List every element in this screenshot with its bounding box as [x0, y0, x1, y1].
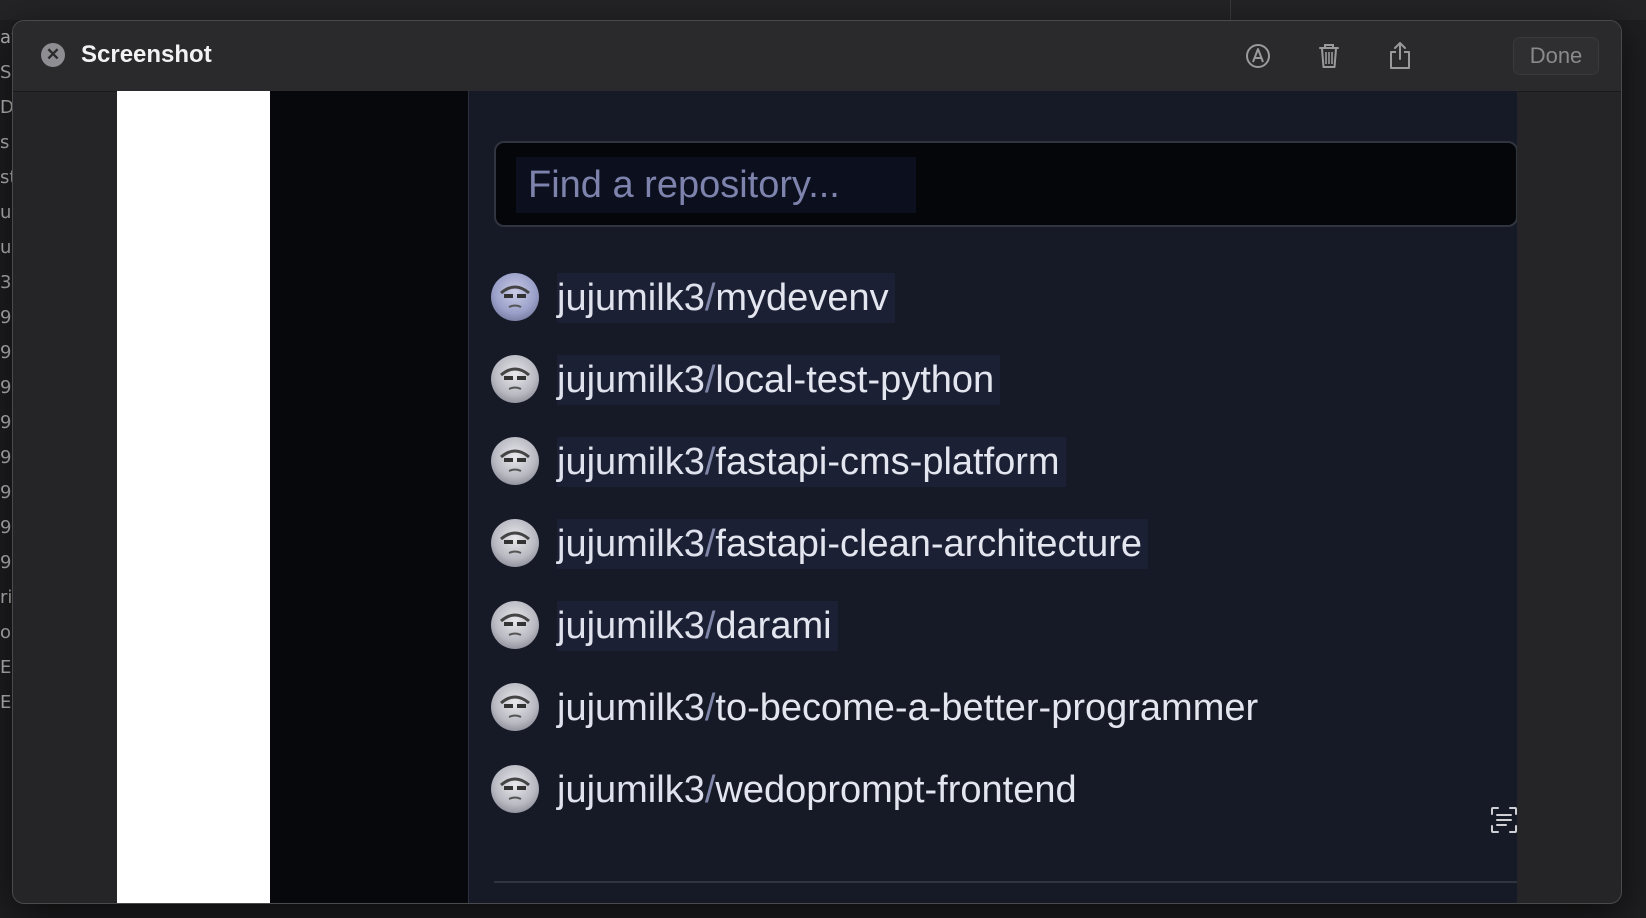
repository-list-item[interactable]: jujumilk3/fastapi-cms-platform: [489, 425, 1517, 507]
repository-link[interactable]: jujumilk3/mydevenv: [557, 273, 895, 323]
background-text-fragment: 34: [0, 272, 12, 293]
trash-icon: [1319, 44, 1339, 68]
avatar-face-icon: [500, 531, 530, 554]
repository-name: to-become-a-better-programmer: [715, 687, 1259, 729]
avatar: [491, 273, 539, 321]
avatar-face-icon: [500, 367, 530, 390]
repository-link[interactable]: jujumilk3/fastapi-clean-architecture: [557, 519, 1149, 569]
avatar-face-icon: [500, 695, 530, 718]
background-text-fragment: 9:: [0, 482, 12, 503]
repository-owner: jujumilk3: [557, 441, 705, 483]
repository-separator: /: [704, 687, 716, 729]
live-text-icon: [1491, 807, 1517, 833]
screenshot-dark-area: jujumilk3/mydevenv: [270, 91, 1517, 903]
delete-button[interactable]: [1312, 39, 1346, 73]
avatar: [491, 355, 539, 403]
avatar-face-icon: [500, 449, 530, 472]
background-window-top: [0, 0, 1646, 20]
quick-look-window: ✕ Screenshot Done Find a repository... j…: [12, 20, 1622, 904]
repository-owner: jujumilk3: [557, 687, 705, 729]
repository-separator: /: [704, 605, 716, 647]
background-text-fragment: ay: [0, 27, 12, 48]
repository-search-input[interactable]: [516, 157, 916, 213]
repository-list-item[interactable]: jujumilk3/mydevenv: [489, 261, 1517, 343]
repository-panel: jujumilk3/mydevenv: [468, 91, 1517, 903]
repository-link[interactable]: jujumilk3/darami: [557, 601, 838, 651]
repository-link[interactable]: jujumilk3/wedoprompt-frontend: [557, 765, 1083, 815]
done-button[interactable]: Done: [1513, 37, 1599, 75]
background-left-column: ay S D s st u u 34 9: 9: 9: 9: 9: 9: 9: …: [0, 20, 12, 820]
background-text-fragment: 9:: [0, 307, 12, 328]
avatar: [491, 437, 539, 485]
title-bar: ✕ Screenshot Done: [13, 21, 1621, 92]
repository-list-item[interactable]: jujumilk3/to-become-a-better-programmer: [489, 671, 1517, 753]
repository-name: fastapi-cms-platform: [715, 441, 1060, 483]
background-text-fragment: E: [0, 692, 12, 713]
repository-owner: jujumilk3: [557, 359, 705, 401]
close-icon: ✕: [45, 45, 61, 64]
repository-separator: /: [704, 769, 716, 811]
background-text-fragment: s: [0, 132, 10, 153]
close-button[interactable]: ✕: [41, 43, 65, 67]
repository-owner: jujumilk3: [557, 769, 705, 811]
background-text-fragment: 9:: [0, 412, 12, 433]
repository-separator: /: [704, 441, 716, 483]
repository-owner: jujumilk3: [557, 277, 705, 319]
background-text-fragment: 9:: [0, 517, 12, 538]
background-text-fragment: S: [0, 62, 12, 83]
repository-link[interactable]: jujumilk3/fastapi-cms-platform: [557, 437, 1066, 487]
repository-separator: /: [704, 523, 716, 565]
avatar: [491, 765, 539, 813]
background-text-fragment: 9:: [0, 552, 12, 573]
avatar-face-icon: [500, 613, 530, 636]
background-text-fragment: st: [0, 167, 12, 188]
background-text-fragment: 9:: [0, 447, 12, 468]
avatar: [491, 519, 539, 567]
repository-list-item[interactable]: jujumilk3/darami: [489, 589, 1517, 671]
repository-search-box: [494, 141, 1517, 227]
background-text-fragment: u: [0, 237, 12, 258]
background-text-fragment: 9:: [0, 342, 12, 363]
markup-button[interactable]: [1241, 39, 1275, 73]
repository-owner: jujumilk3: [557, 605, 705, 647]
live-text-button[interactable]: [1487, 803, 1521, 837]
repository-name: darami: [715, 605, 832, 647]
repository-name: wedoprompt-frontend: [715, 769, 1077, 811]
repository-link[interactable]: jujumilk3/local-test-python: [557, 355, 1001, 405]
avatar-face-icon: [500, 285, 530, 308]
repository-separator: /: [704, 359, 716, 401]
background-text-fragment: u: [0, 202, 12, 223]
repository-name: fastapi-clean-architecture: [715, 523, 1143, 565]
avatar-face-icon: [500, 777, 530, 800]
avatar: [491, 683, 539, 731]
background-text-fragment: 9:: [0, 377, 12, 398]
repository-name: local-test-python: [715, 359, 995, 401]
repository-separator: /: [704, 277, 716, 319]
repository-list-item[interactable]: jujumilk3/fastapi-clean-architecture: [489, 507, 1517, 589]
list-divider: [494, 881, 1517, 883]
repository-list: jujumilk3/mydevenv jujumilk3/local-test-…: [489, 261, 1517, 835]
repository-list-item[interactable]: jujumilk3/local-test-python: [489, 343, 1517, 425]
background-divider: [1230, 0, 1231, 20]
repository-name: mydevenv: [715, 277, 889, 319]
window-title: Screenshot: [81, 41, 212, 68]
repository-owner: jujumilk3: [557, 523, 705, 565]
markup-icon: [1246, 44, 1270, 68]
background-text-fragment: ri: [0, 587, 12, 608]
background-text-fragment: oi: [0, 622, 12, 643]
avatar: [491, 601, 539, 649]
background-text-fragment: D: [0, 97, 12, 118]
share-button[interactable]: [1383, 39, 1417, 73]
repository-list-item[interactable]: jujumilk3/wedoprompt-frontend: [489, 753, 1517, 835]
screenshot-preview: jujumilk3/mydevenv: [117, 91, 1517, 903]
share-icon: [1390, 42, 1410, 69]
repository-link[interactable]: jujumilk3/to-become-a-better-programmer: [557, 683, 1264, 733]
background-text-fragment: E: [0, 657, 12, 678]
